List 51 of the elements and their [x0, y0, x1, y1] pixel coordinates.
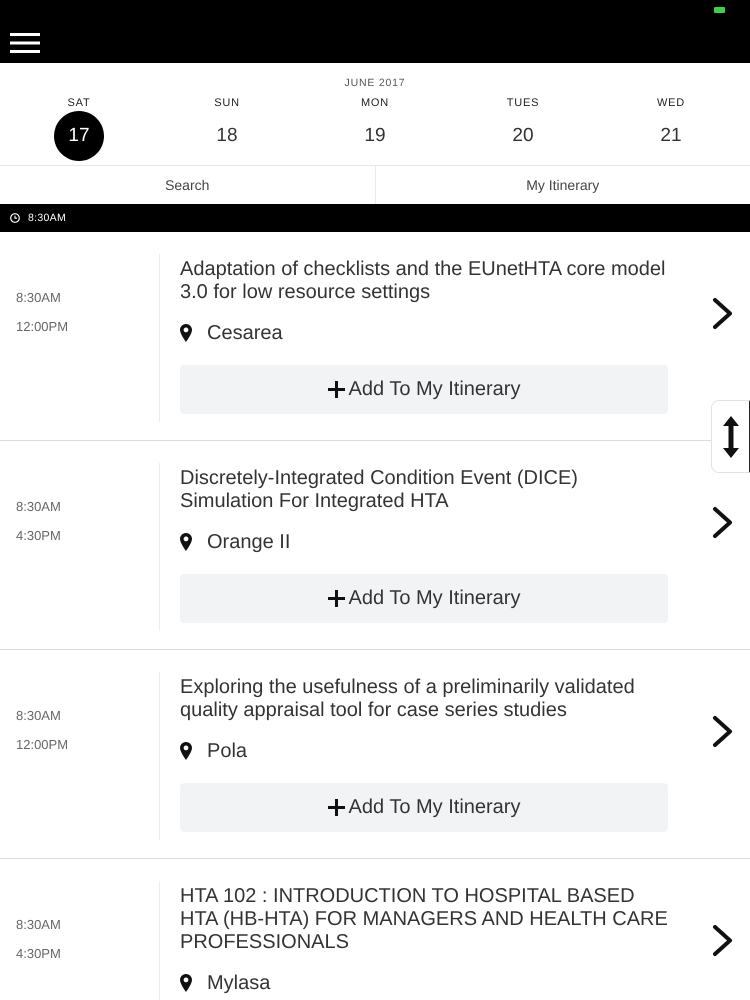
start-time: 8:30AM [16, 290, 62, 306]
start-time: 8:30AM [16, 499, 62, 515]
session-row[interactable]: 8:30AM 12:00PM Exploring the usefulness of a preliminarily validated quality appraisal tool for case series studies Pola Add To My Itinerary [0, 650, 750, 859]
session-title: Discretely-Integrated Condition Event (DICE) Simulation For Integrated HTA [180, 467, 579, 513]
clock-icon [10, 213, 20, 223]
date-button[interactable]: 19 [350, 111, 400, 161]
add-to-itinerary-button[interactable]: Add To My Itinerary [180, 783, 668, 832]
chevron-right-icon[interactable] [712, 297, 733, 330]
month-label: JUNE 2017 [344, 76, 406, 90]
up-down-arrow-icon [722, 416, 738, 458]
add-to-itinerary-button[interactable]: Add To My Itinerary [180, 365, 668, 414]
location-pin-icon [180, 742, 192, 760]
location-pin-icon [180, 974, 192, 992]
location-label: Orange II [207, 531, 290, 553]
location-pin-icon [180, 533, 192, 551]
date-button[interactable]: 17 [54, 111, 104, 161]
weekday-label: WED [656, 96, 686, 110]
end-time: 4:30PM [16, 946, 62, 962]
weekday-label: SAT [68, 96, 90, 110]
location-label: Mylasa [207, 972, 270, 994]
plus-icon [328, 799, 345, 816]
plus-icon [328, 381, 345, 398]
battery-icon [714, 7, 725, 13]
chevron-right-icon[interactable] [712, 924, 733, 957]
session-title: Adaptation of checklists and the EUnetHTA core model 3.0 for low resource settings [180, 258, 666, 304]
start-time: 8:30AM [16, 917, 62, 933]
menu-icon[interactable] [10, 33, 40, 53]
session-row[interactable]: 8:30AM 4:30PM HTA 102 : INTRODUCTION TO HOSPITAL BASED HTA (HB-HTA) FOR MANAGERS AND HEALTH CARE PROFESSIONALS Mylasa [0, 859, 750, 1000]
chevron-right-icon[interactable] [712, 715, 733, 748]
location-label: Pola [207, 740, 248, 762]
weekday-label: MON [360, 96, 390, 110]
date-button[interactable]: 18 [202, 111, 252, 161]
chevron-right-icon[interactable] [712, 506, 733, 539]
end-time: 12:00PM [16, 319, 70, 335]
add-to-itinerary-button[interactable]: Add To My Itinerary [180, 574, 668, 623]
weekday-label: SUN [214, 96, 240, 110]
location-pin-icon [180, 324, 192, 342]
session-title: HTA 102 : INTRODUCTION TO HOSPITAL BASED HTA (HB-HTA) FOR MANAGERS AND HEALTH CARE PROFESSIONALS [180, 885, 668, 954]
date-button[interactable]: 20 [498, 111, 548, 161]
session-row[interactable]: 8:30AM 12:00PM Adaptation of checklists and the EUnetHTA core model 3.0 for low resource settings Cesarea Add To My Itinerary [0, 232, 750, 441]
weekday-label: TUES [506, 96, 540, 110]
end-time: 4:30PM [16, 528, 62, 544]
time-header-label: 8:30AM [28, 212, 66, 224]
resize-handle[interactable] [711, 400, 750, 473]
start-time: 8:30AM [16, 708, 62, 724]
end-time: 12:00PM [16, 737, 70, 753]
session-row[interactable]: 8:30AM 4:30PM Discretely-Integrated Condition Event (DICE) Simulation For Integrated HTA Orange II Add To My Itinerary [0, 441, 750, 650]
plus-icon [328, 590, 345, 607]
date-button[interactable]: 21 [646, 111, 696, 161]
location-label: Cesarea [207, 322, 283, 344]
session-title: Exploring the usefulness of a preliminarily validated quality appraisal tool for case series studies [180, 676, 636, 722]
